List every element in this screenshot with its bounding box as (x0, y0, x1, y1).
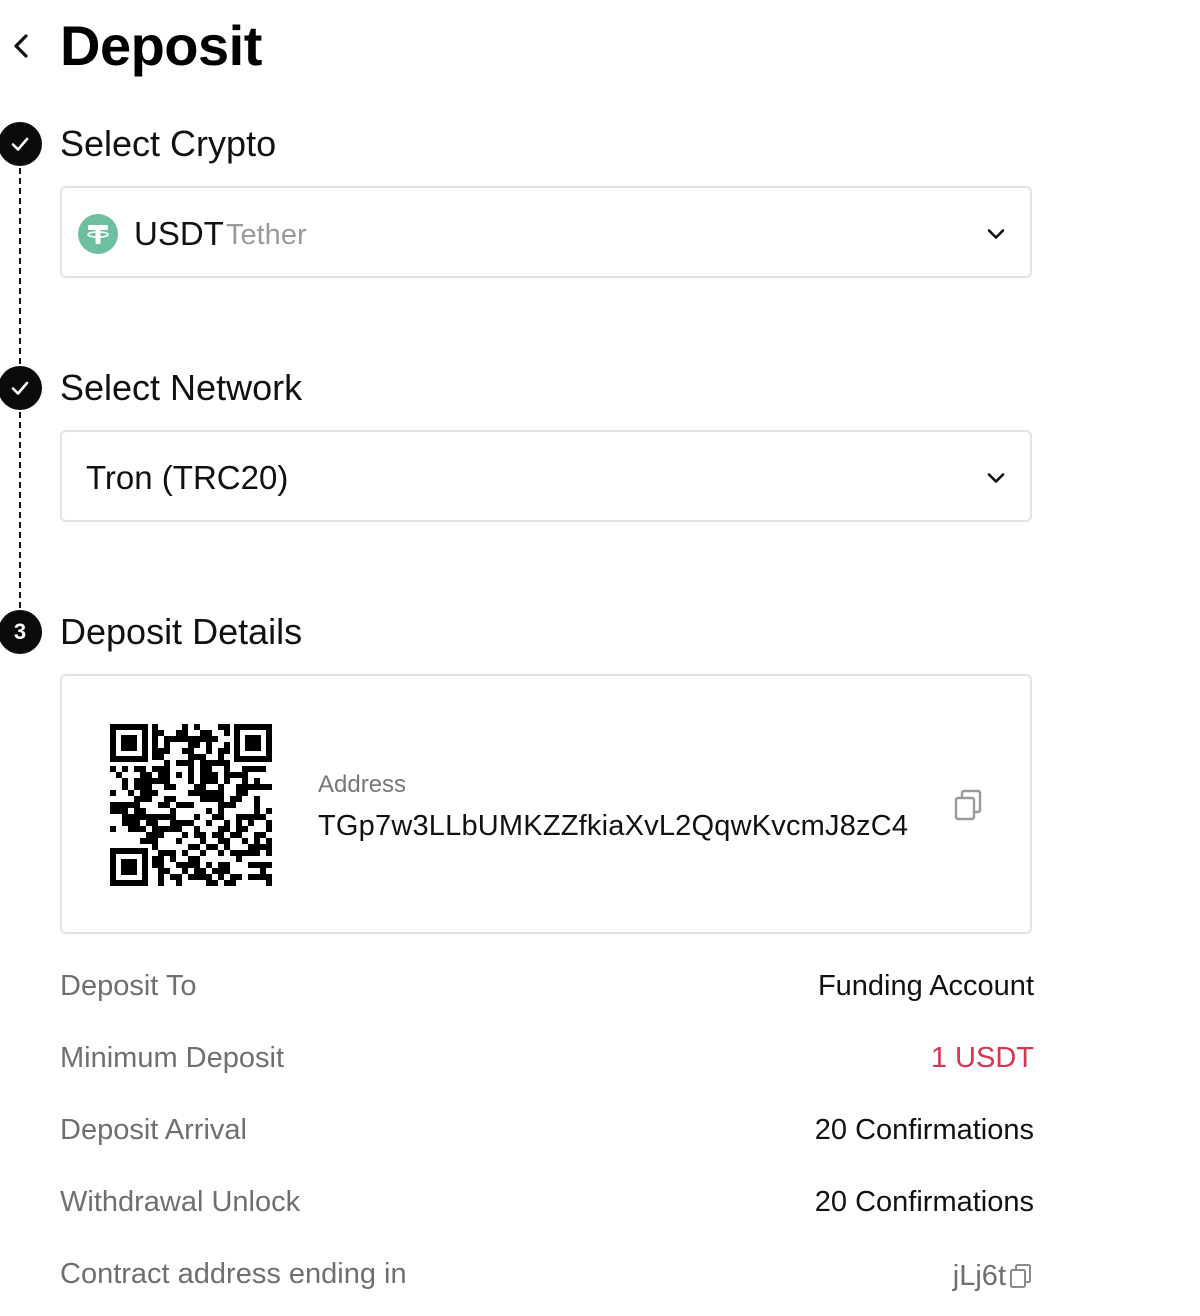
network-value: Tron (TRC20) (86, 459, 289, 496)
step-title-select-network: Select Network (60, 367, 303, 408)
step-connector (19, 412, 21, 608)
info-label: Deposit Arrival (60, 1114, 247, 1146)
info-value-highlight: 1 USDT (930, 1042, 1034, 1074)
crypto-code: USDT (134, 215, 224, 252)
info-value: 20 Confirmations (814, 1114, 1034, 1146)
info-row-withdrawal-unlock: Withdrawal Unlock 20 Confirmations (60, 1182, 1034, 1222)
back-arrow-icon[interactable] (6, 30, 34, 62)
info-row-deposit-to: Deposit To Funding Account (60, 966, 1034, 1006)
tether-icon (78, 214, 118, 254)
info-row-deposit-arrival: Deposit Arrival 20 Confirmations (60, 1110, 1034, 1150)
crypto-name: Tether (226, 219, 307, 251)
contract-address-wrap: jLj6t (953, 1254, 1034, 1298)
page-title: Deposit (60, 14, 262, 77)
step-complete-badge (0, 122, 42, 166)
deposit-address[interactable]: TGp7w3LLbUMKZZfkiaXvL2QqwKvcmJ8zC4 (318, 808, 908, 844)
qr-code (110, 724, 272, 886)
info-label: Withdrawal Unlock (60, 1186, 301, 1218)
step-title-deposit-details: Deposit Details (60, 611, 303, 652)
info-label: Deposit To (60, 970, 197, 1002)
step-complete-badge (0, 366, 42, 410)
checkmark-icon (11, 381, 29, 395)
step-number-badge: 3 (0, 610, 42, 654)
address-label: Address (318, 771, 407, 798)
chevron-down-icon (987, 473, 1005, 483)
deposit-details-card: Address TGp7w3LLbUMKZZfkiaXvL2QqwKvcmJ8z… (60, 674, 1032, 934)
contract-address-suffix: jLj6t (952, 1260, 1006, 1292)
info-row-contract-address: Contract address ending in jLj6t (60, 1254, 1034, 1294)
info-value: Funding Account (817, 970, 1034, 1002)
crypto-select[interactable]: USDT Tether (60, 186, 1032, 278)
checkmark-icon (11, 137, 29, 151)
network-select[interactable]: Tron (TRC20) (60, 430, 1032, 522)
info-label: Minimum Deposit (60, 1042, 284, 1074)
step-title-select-crypto: Select Crypto (60, 123, 277, 164)
info-value: 20 Confirmations (814, 1186, 1034, 1218)
chevron-down-icon (987, 229, 1005, 239)
info-row-minimum-deposit: Minimum Deposit 1 USDT (60, 1038, 1034, 1078)
info-label: Contract address ending in (60, 1258, 407, 1290)
step-connector (19, 168, 21, 364)
copy-icon[interactable] (952, 788, 984, 822)
copy-icon[interactable] (1008, 1262, 1034, 1290)
